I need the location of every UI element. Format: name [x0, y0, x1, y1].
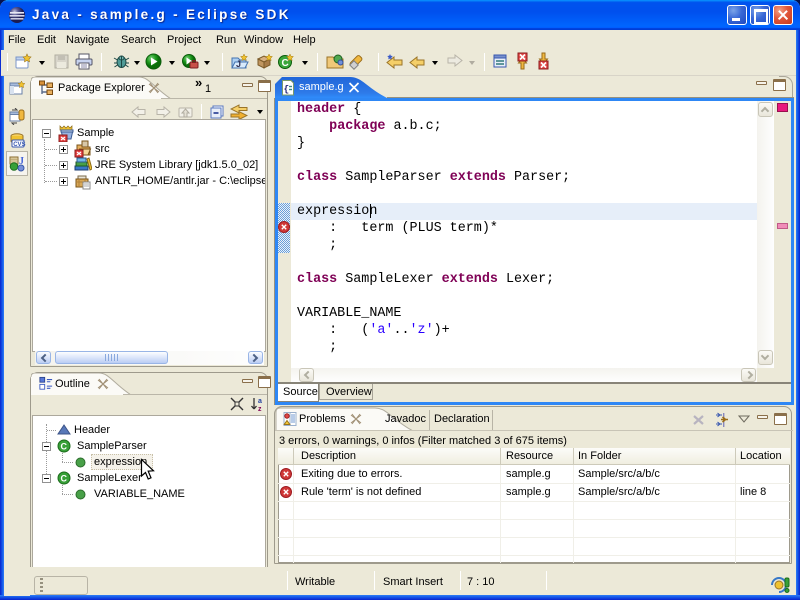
svg-text:J: J — [236, 59, 241, 69]
svg-text:a: a — [258, 398, 262, 405]
svg-text:J: J — [19, 156, 24, 167]
svg-text:z: z — [258, 406, 262, 412]
svg-text:C: C — [61, 442, 68, 452]
svg-text:{: { — [284, 84, 290, 95]
svg-text:C: C — [61, 474, 68, 484]
svg-text:CVS: CVS — [13, 142, 25, 148]
svg-text:C: C — [282, 58, 289, 69]
